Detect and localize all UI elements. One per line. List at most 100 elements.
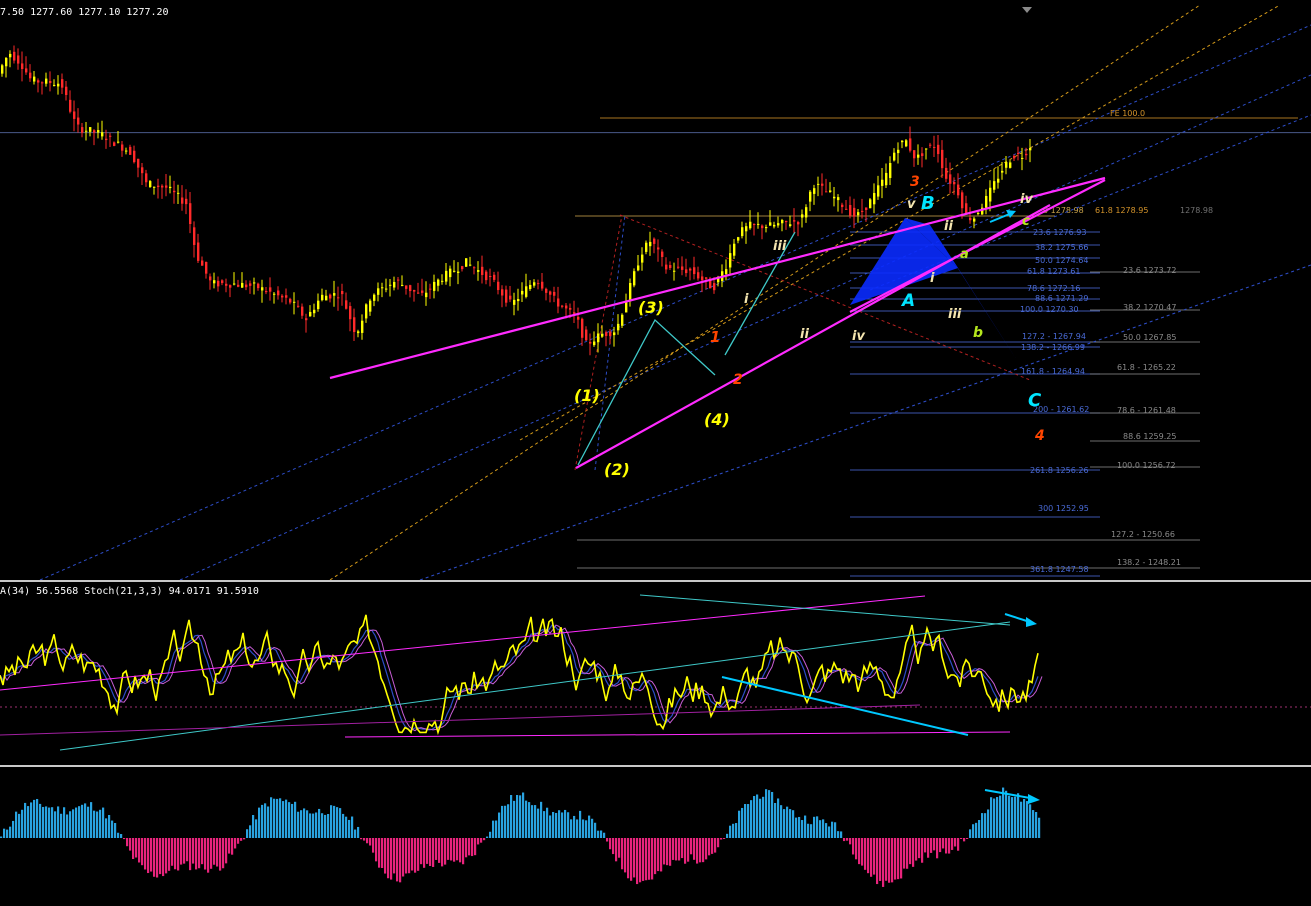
fib-level-label: 100.0 1270.30: [1020, 305, 1079, 314]
trend-line-dashed: [39, 24, 1311, 581]
hist-bar-negative: [228, 838, 231, 854]
candle-body: [257, 283, 260, 289]
hist-bar-positive: [258, 807, 261, 838]
candle-body: [925, 148, 928, 150]
hist-bar-positive: [573, 815, 576, 838]
hist-bar-positive: [261, 804, 264, 838]
candle-body: [53, 84, 56, 86]
hist-bar-negative: [378, 838, 381, 868]
trading-chart[interactable]: FE 100.0 0 1278.98 61.8 1278.95 1278.98 23.6…: [0, 0, 1311, 902]
candle-body: [653, 238, 656, 244]
candle-body: [1025, 153, 1028, 156]
candle-body: [277, 290, 280, 296]
hist-bar-positive: [1032, 810, 1035, 838]
hist-bar-positive: [33, 799, 36, 838]
candle-body: [841, 204, 844, 208]
candle-body: [41, 82, 44, 84]
hist-bar-negative: [957, 838, 960, 851]
hist-bar-positive: [567, 812, 570, 838]
candle-body: [513, 299, 516, 305]
candle-body: [205, 261, 208, 274]
hist-bar-negative: [192, 838, 195, 864]
hist-bar-negative: [645, 838, 648, 881]
candle-body: [601, 333, 604, 337]
candle-body: [1021, 157, 1024, 159]
candle-body: [369, 300, 372, 312]
hist-bar-negative: [198, 838, 201, 869]
candle-body: [817, 183, 820, 185]
candle-body: [629, 282, 632, 302]
hist-bar-negative: [927, 838, 930, 858]
stoch-trend-line: [0, 595, 926, 691]
candle-body: [217, 280, 220, 287]
candle-body: [689, 268, 692, 271]
candle-body: [1001, 170, 1004, 173]
hist-bar-negative: [948, 838, 951, 854]
candle-body: [229, 285, 232, 288]
candle-body: [169, 186, 172, 189]
hist-bar-negative: [933, 838, 936, 851]
hist-bar-negative: [216, 838, 219, 867]
hist-bar-negative: [225, 838, 228, 864]
chart-canvas[interactable]: FE 100.00 1278.98 61.8 1278.95 1278.9823.6…: [0, 0, 1311, 902]
candle-body: [881, 179, 884, 186]
hist-bar-positive: [756, 794, 759, 838]
candle-body: [105, 138, 108, 141]
candle-body: [421, 290, 424, 293]
candle-body: [261, 287, 264, 291]
wave-label: (4): [704, 410, 730, 429]
hist-bar-positive: [3, 828, 6, 838]
candle-body: [49, 80, 52, 84]
candle-body: [297, 305, 300, 307]
candle-body: [113, 142, 116, 146]
hist-bar-positive: [252, 815, 255, 838]
candle-body: [5, 57, 8, 67]
candle-body: [697, 272, 700, 279]
hist-bar-negative: [888, 838, 891, 883]
hist-bar-negative: [714, 838, 717, 853]
hist-bar-positive: [111, 820, 114, 838]
hist-bar-positive: [351, 816, 354, 838]
hist-bar-negative: [177, 838, 180, 871]
candle-body: [777, 223, 780, 226]
hist-bar-positive: [741, 807, 744, 838]
hist-bar-positive: [546, 807, 549, 838]
hist-bar-negative: [696, 838, 699, 864]
hist-bar-negative: [237, 838, 240, 844]
fib-level-label: 78.6 - 1261.48: [1117, 406, 1176, 415]
hist-bar-negative: [720, 838, 723, 840]
fib-level-label: 261.8 1256.26: [1030, 466, 1089, 475]
candle-body: [989, 187, 992, 202]
candle-body: [265, 291, 268, 293]
hist-bar-negative: [717, 838, 720, 848]
candle-body: [385, 288, 388, 290]
candle-body: [621, 314, 624, 326]
hist-bar-positive: [522, 792, 525, 838]
hist-bar-positive: [246, 829, 249, 838]
candle-body: [177, 192, 180, 194]
fib-level-label: 161.8 - 1264.94: [1021, 367, 1085, 376]
candle-body: [57, 83, 60, 87]
candle-body: [941, 149, 944, 169]
candle-body: [61, 79, 64, 88]
hist-bar-negative: [642, 838, 645, 881]
hist-bar-positive: [267, 806, 270, 838]
hist-bar-positive: [21, 809, 24, 838]
scroll-marker-icon: [1022, 7, 1032, 13]
hist-bar-negative: [684, 838, 687, 864]
oscillator-header: A(34) 56.5568 Stoch(21,3,3) 94.0171 91.5…: [0, 586, 259, 597]
hist-bar-positive: [744, 804, 747, 838]
candle-body: [485, 271, 488, 281]
candle-body: [457, 271, 460, 274]
candle-body: [305, 318, 308, 321]
hist-bar-negative: [942, 838, 945, 849]
candle-body: [733, 243, 736, 256]
fib-level-label: 361.8 1247.58: [1030, 565, 1089, 574]
candle-body: [857, 212, 860, 216]
candle-body: [157, 185, 160, 188]
candle-body: [877, 185, 880, 197]
hist-bar-positive: [1014, 796, 1017, 838]
hist-bar-positive: [990, 797, 993, 838]
wave-label: B: [921, 193, 935, 214]
fib-level-label: 38.2 1275.66: [1035, 243, 1088, 252]
